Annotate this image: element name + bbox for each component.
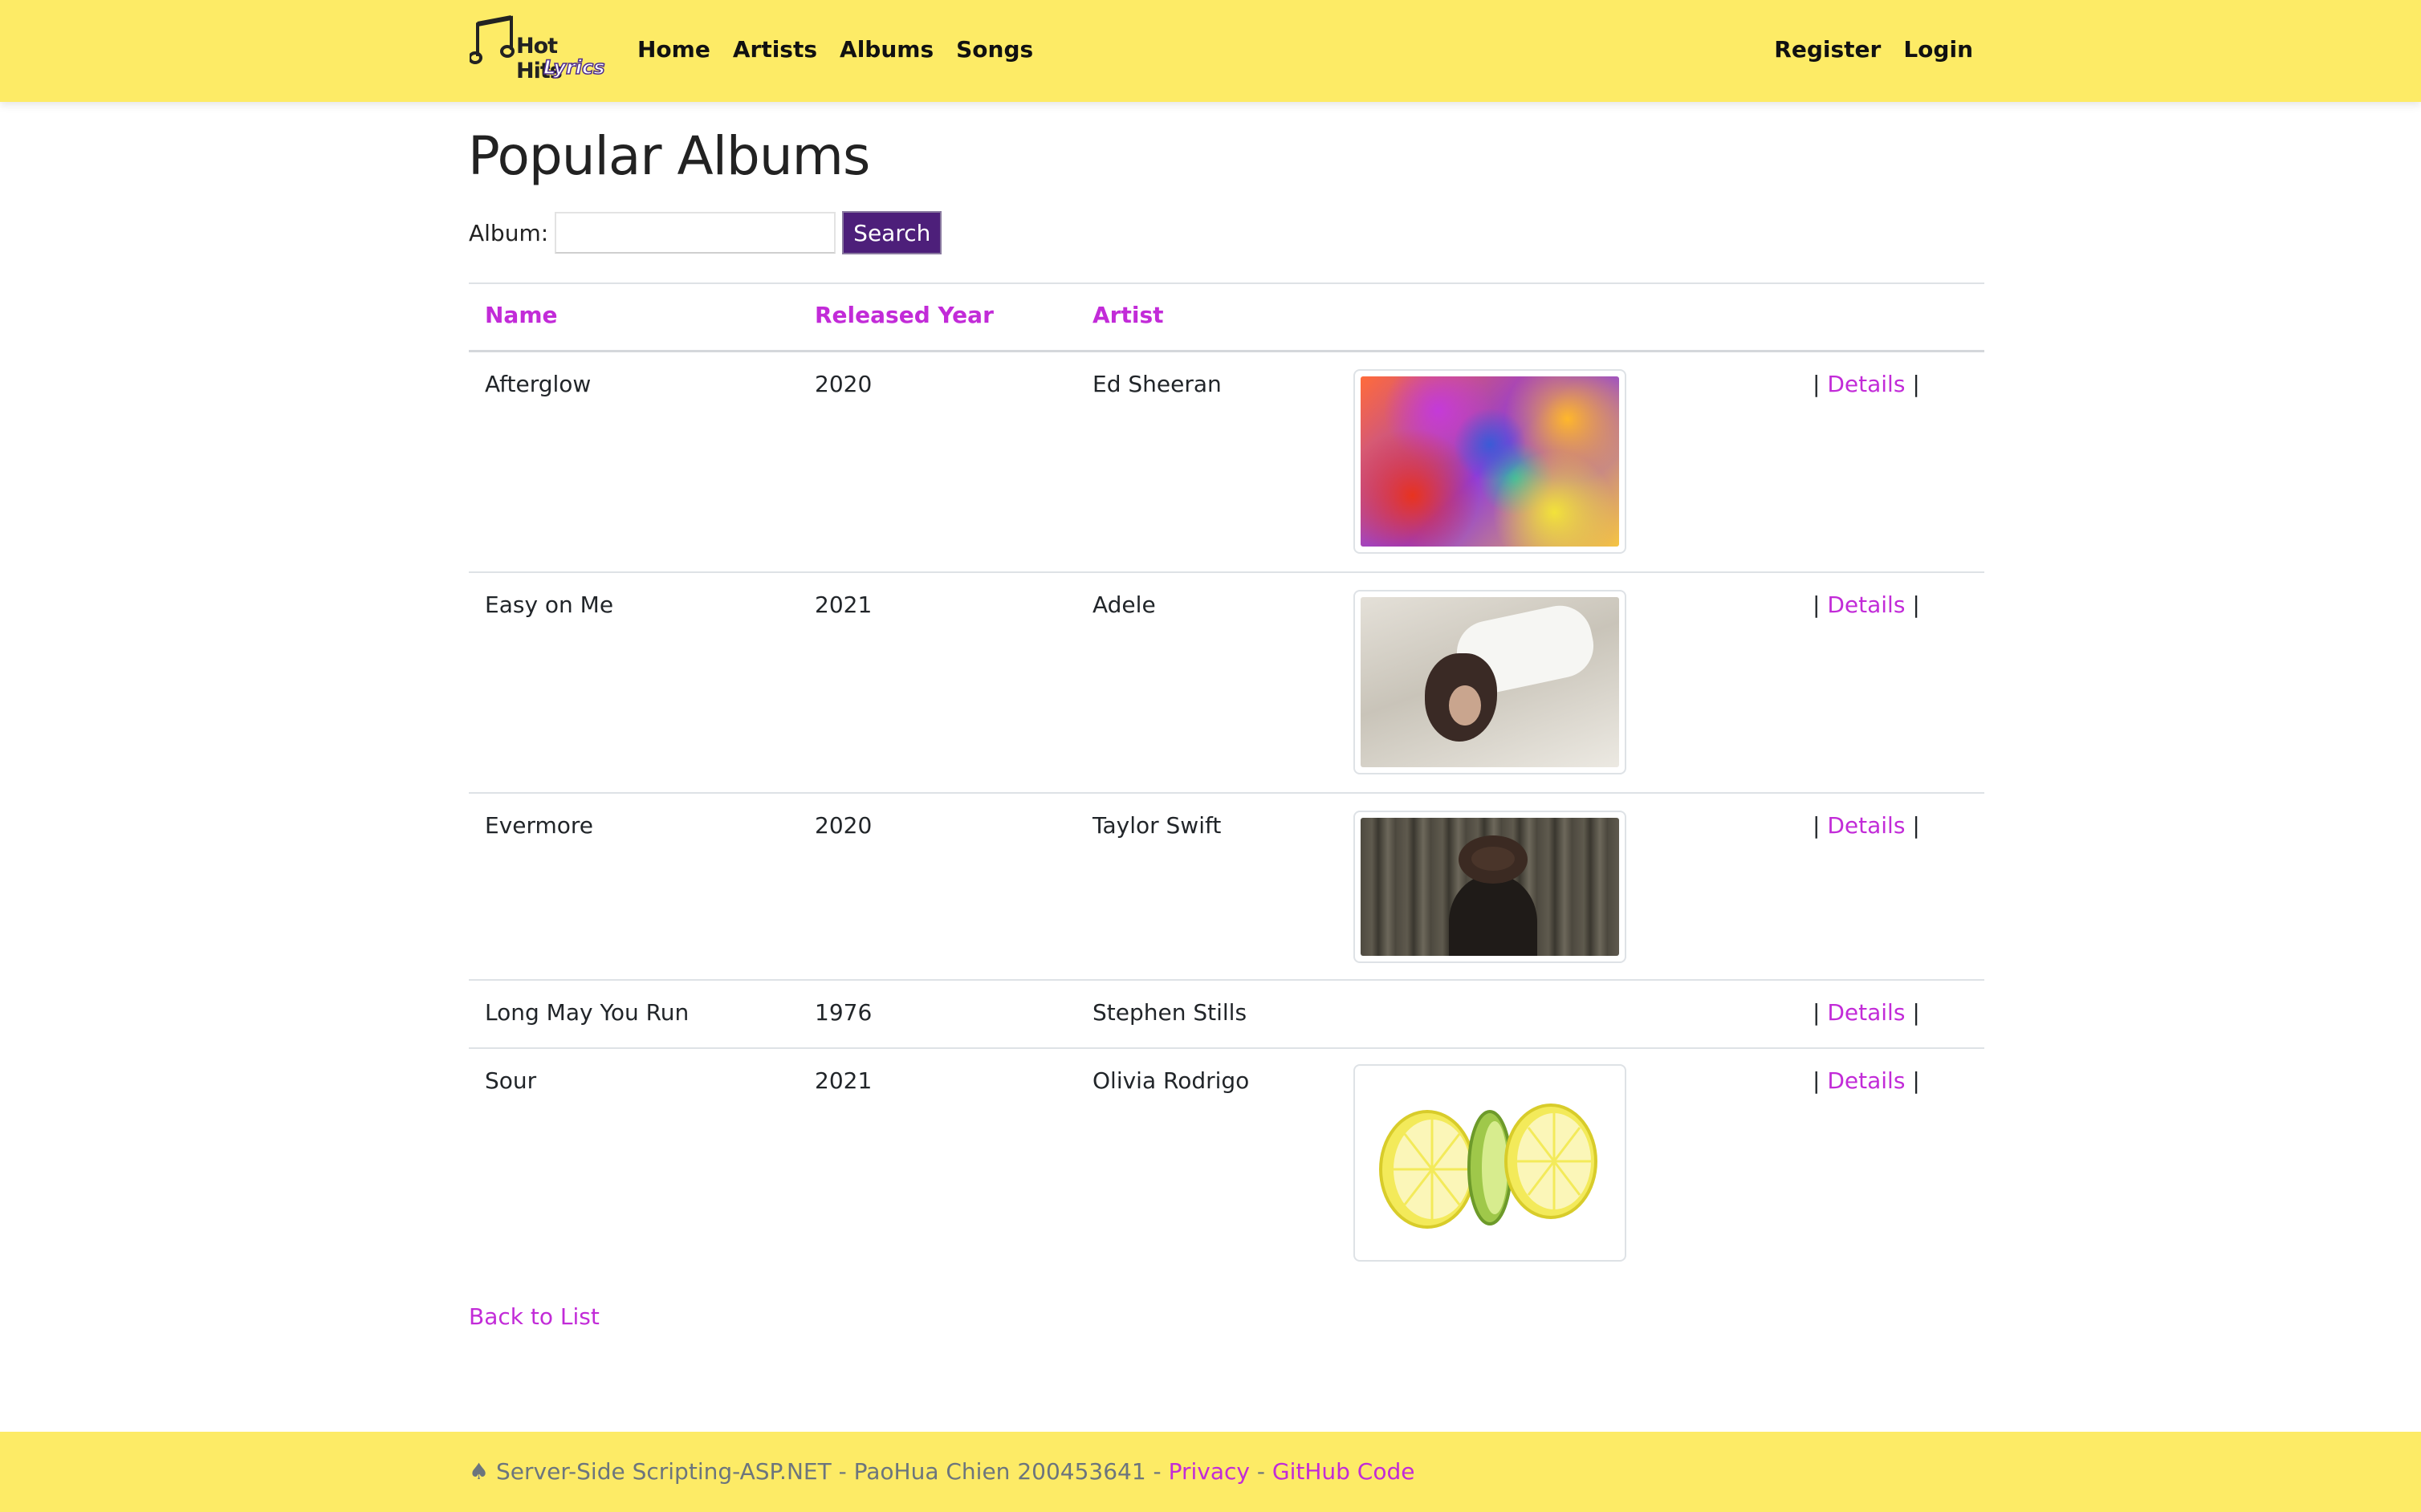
nav-albums[interactable]: Albums (840, 34, 934, 66)
brand-subtitle: Lyrics (543, 55, 605, 79)
footer-text: ♠ Server-Side Scripting-ASP.NET - PaoHua… (469, 1458, 1415, 1485)
column-header-year[interactable]: Released Year (815, 302, 994, 328)
search-label: Album: (469, 219, 549, 246)
album-artist: Taylor Swift (1093, 812, 1222, 839)
details-cell: | Details | (1813, 999, 1920, 1026)
album-cover-image (1353, 369, 1626, 554)
spade-icon: ♠ (469, 1458, 490, 1485)
details-cell: | Details | (1813, 812, 1920, 839)
details-cell: | Details | (1813, 371, 1920, 397)
search-input[interactable] (555, 212, 836, 254)
album-year: 2020 (815, 812, 873, 839)
nav-songs[interactable]: Songs (956, 34, 1033, 66)
details-link[interactable]: Details (1827, 591, 1905, 618)
footer: ♠ Server-Side Scripting-ASP.NET - PaoHua… (0, 1432, 2421, 1512)
column-header-artist[interactable]: Artist (1093, 302, 1164, 328)
page-title: Popular Albums (468, 125, 870, 187)
footer-credit: Server-Side Scripting-ASP.NET - PaoHua C… (496, 1458, 1162, 1485)
album-year: 2021 (815, 591, 873, 618)
divider (469, 1047, 1984, 1049)
album-cover-image (1353, 1064, 1626, 1262)
footer-separator: - (1256, 1458, 1265, 1485)
album-name: Sour (485, 1067, 537, 1094)
album-name: Evermore (485, 812, 594, 839)
nav-artists[interactable]: Artists (733, 34, 817, 66)
account-nav: Register Login (1774, 34, 1973, 66)
divider (469, 350, 1984, 352)
album-name: Long May You Run (485, 999, 690, 1026)
brand-logo[interactable]: Hot Hits Lyrics (468, 14, 606, 83)
album-artist: Adele (1093, 591, 1156, 618)
details-cell: | Details | (1813, 591, 1920, 618)
column-header-name[interactable]: Name (485, 302, 558, 328)
privacy-link[interactable]: Privacy (1169, 1458, 1250, 1485)
album-cover-image (1353, 811, 1626, 963)
back-to-list-link[interactable]: Back to List (469, 1303, 600, 1330)
github-link[interactable]: GitHub Code (1272, 1458, 1415, 1485)
search-form: Album: Search (469, 211, 942, 254)
main-nav: Home Artists Albums Songs (637, 34, 1033, 66)
nav-login[interactable]: Login (1903, 34, 1973, 66)
divider (469, 282, 1984, 284)
divider (469, 979, 1984, 981)
nav-home[interactable]: Home (637, 34, 710, 66)
search-button[interactable]: Search (842, 211, 942, 254)
album-year: 2021 (815, 1067, 873, 1094)
details-link[interactable]: Details (1827, 371, 1905, 397)
navbar: Hot Hits Lyrics Home Artists Albums Song… (0, 0, 2421, 102)
album-name: Afterglow (485, 371, 592, 397)
details-link[interactable]: Details (1827, 812, 1905, 839)
album-cover-image (1353, 590, 1626, 774)
divider (469, 571, 1984, 573)
details-cell: | Details | (1813, 1067, 1920, 1094)
album-name: Easy on Me (485, 591, 614, 618)
details-link[interactable]: Details (1827, 999, 1905, 1026)
album-artist: Olivia Rodrigo (1093, 1067, 1250, 1094)
album-year: 1976 (815, 999, 873, 1026)
album-artist: Ed Sheeran (1093, 371, 1222, 397)
album-year: 2020 (815, 371, 873, 397)
details-link[interactable]: Details (1827, 1067, 1905, 1094)
divider (469, 792, 1984, 794)
album-artist: Stephen Stills (1093, 999, 1247, 1026)
nav-register[interactable]: Register (1774, 34, 1881, 66)
lemon-image (1361, 1071, 1618, 1254)
